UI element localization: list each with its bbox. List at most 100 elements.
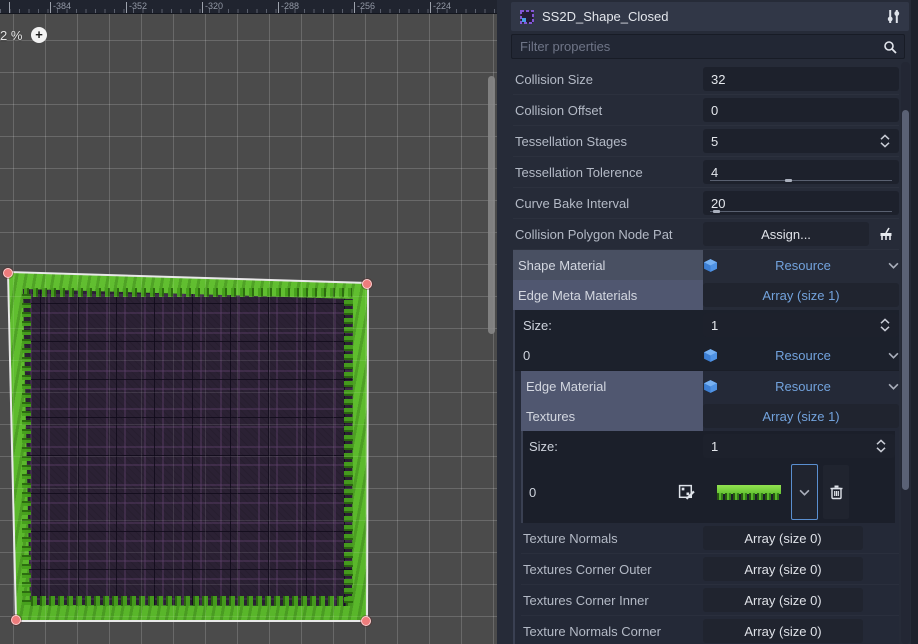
array-size-field[interactable]: 1 bbox=[703, 434, 895, 458]
shape-material-resource-picker[interactable]: Resource bbox=[703, 253, 899, 277]
meta-material-resource-picker[interactable]: Resource bbox=[703, 343, 899, 367]
grass-fringe-left bbox=[22, 290, 31, 605]
field-value: 4 bbox=[711, 165, 891, 180]
edit-texture-icon[interactable] bbox=[678, 484, 695, 501]
property-row-collision-polygon-node-path: Collision Polygon Node Pat Assign... bbox=[513, 219, 899, 249]
broom-icon bbox=[878, 227, 894, 242]
property-label: Textures bbox=[521, 401, 703, 431]
chevron-down-icon bbox=[799, 489, 810, 496]
ruler-tick-label: -288 bbox=[281, 1, 299, 11]
texture-normals-corner-array-button[interactable]: Array (size 0) bbox=[703, 619, 863, 643]
curve-bake-interval-slider[interactable]: 20 bbox=[703, 191, 899, 215]
property-row-collision-offset: Collision Offset 0 bbox=[513, 95, 899, 125]
property-row-textures-corner-inner: Textures Corner Inner Array (size 0) bbox=[521, 585, 899, 615]
ss2d-node-icon bbox=[519, 9, 535, 25]
resource-cube-icon bbox=[703, 379, 718, 394]
spinner-updown-icon[interactable] bbox=[875, 439, 887, 453]
property-list: Collision Size 32 Collision Offset 0 Tes… bbox=[513, 64, 899, 644]
property-label: Collision Offset bbox=[513, 95, 703, 125]
resource-cube-icon bbox=[703, 258, 718, 273]
property-row-texture-normals: Texture Normals Array (size 0) bbox=[521, 523, 899, 553]
inspector-panel: SS2D_Shape_Closed Collision Size bbox=[497, 0, 918, 644]
property-row-tessellation-tolerence: Tessellation Tolerence 4 bbox=[513, 157, 899, 187]
field-value: 32 bbox=[711, 72, 891, 87]
filter-properties-input[interactable] bbox=[512, 39, 883, 54]
2d-viewport[interactable]: -384 -352 -320 -288 -256 -224 2 % + bbox=[0, 0, 497, 644]
slider-grabber[interactable] bbox=[785, 179, 792, 182]
tessellation-stages-field[interactable]: 5 bbox=[703, 129, 899, 153]
property-label: Tessellation Stages bbox=[513, 126, 703, 156]
spinner-updown-icon[interactable] bbox=[879, 134, 891, 148]
extra-resource-options-icon[interactable] bbox=[886, 9, 901, 24]
resource-name: Resource bbox=[718, 348, 888, 363]
ruler-tick-label: -256 bbox=[357, 1, 375, 11]
texture-normals-array-button[interactable]: Array (size 0) bbox=[703, 526, 863, 550]
textures-corner-outer-array-button[interactable]: Array (size 0) bbox=[703, 557, 863, 581]
inspector-scrollbar[interactable] bbox=[901, 62, 910, 644]
property-row-textures-corner-outer: Textures Corner Outer Array (size 0) bbox=[521, 554, 899, 584]
property-row-texture-normals-corner: Texture Normals Corner Array (size 0) bbox=[521, 616, 899, 644]
ruler-tick-label: -320 bbox=[205, 1, 223, 11]
array-size-label: Size: bbox=[521, 310, 703, 340]
array-size-row: Size: 1 bbox=[521, 310, 899, 340]
viewport-vertical-scrollbar[interactable] bbox=[488, 76, 495, 334]
control-point-bottom-left[interactable] bbox=[11, 615, 21, 625]
property-label: Collision Size bbox=[513, 64, 703, 94]
zoom-percentage-label: 2 % bbox=[0, 28, 22, 43]
array-size-field[interactable]: 1 bbox=[703, 313, 899, 337]
property-label: Collision Polygon Node Pat bbox=[513, 219, 703, 249]
edge-meta-materials-array-panel: Size: 1 0 bbox=[513, 310, 899, 644]
property-row-edge-material: Edge Material Resource bbox=[521, 371, 899, 401]
ruler-tick-label: -384 bbox=[53, 1, 71, 11]
spinner-updown-icon[interactable] bbox=[879, 318, 891, 332]
tessellation-tolerence-slider[interactable]: 4 bbox=[703, 160, 899, 184]
property-row-textures: Textures Array (size 1) bbox=[521, 401, 899, 431]
property-row-curve-bake-interval: Curve Bake Interval 20 bbox=[513, 188, 899, 218]
slider-track[interactable] bbox=[710, 180, 892, 181]
array-item-index: 0 bbox=[527, 461, 703, 523]
property-label: Shape Material bbox=[513, 250, 703, 280]
array-item-0-row: 0 Resource bbox=[521, 340, 899, 370]
array-size-row: Size: 1 bbox=[527, 431, 895, 461]
field-value: 1 bbox=[711, 439, 871, 454]
chevron-down-icon bbox=[888, 352, 899, 359]
edge-material-resource-picker[interactable]: Resource bbox=[703, 374, 899, 398]
control-point-top-right[interactable] bbox=[362, 279, 372, 289]
slider-track[interactable] bbox=[710, 211, 892, 212]
property-row-edge-meta-materials: Edge Meta Materials Array (size 1) bbox=[513, 280, 899, 310]
field-value: 1 bbox=[711, 318, 875, 333]
delete-texture-button[interactable] bbox=[823, 465, 849, 519]
collision-size-field[interactable]: 32 bbox=[703, 67, 899, 91]
inspector-scrollbar-thumb[interactable] bbox=[902, 110, 909, 490]
property-label: Texture Normals Corner bbox=[521, 616, 703, 644]
grass-texture-thumbnail[interactable] bbox=[717, 485, 781, 500]
property-row-shape-material: Shape Material Resource bbox=[513, 250, 899, 280]
filter-properties-box bbox=[511, 34, 905, 59]
assign-node-path-button[interactable]: Assign... bbox=[703, 222, 869, 246]
ruler-tick-label: -224 bbox=[433, 1, 451, 11]
property-label: Curve Bake Interval bbox=[513, 188, 703, 218]
resource-name: Resource bbox=[718, 258, 888, 273]
control-point-bottom-right[interactable] bbox=[361, 616, 371, 626]
texture-dropdown-button[interactable] bbox=[791, 464, 818, 520]
clear-node-path-button[interactable] bbox=[873, 222, 899, 246]
property-row-collision-size: Collision Size 32 bbox=[513, 64, 899, 94]
property-label: Texture Normals bbox=[521, 523, 703, 553]
property-row-tessellation-stages: Tessellation Stages 5 bbox=[513, 126, 899, 156]
horizontal-ruler: -384 -352 -320 -288 -256 -224 bbox=[0, 0, 497, 14]
collision-offset-field[interactable]: 0 bbox=[703, 98, 899, 122]
textures-array-button[interactable]: Array (size 1) bbox=[703, 404, 899, 428]
zoom-in-button[interactable]: + bbox=[31, 27, 47, 43]
edge-meta-materials-array-button[interactable]: Array (size 1) bbox=[703, 283, 899, 307]
godot-editor-window: -384 -352 -320 -288 -256 -224 2 % + SS2D… bbox=[0, 0, 918, 644]
textures-corner-inner-array-button[interactable]: Array (size 0) bbox=[703, 588, 863, 612]
slider-grabber[interactable] bbox=[713, 210, 720, 213]
array-item-index-text: 0 bbox=[529, 485, 536, 500]
edge-material-array-rows: Texture Normals Array (size 0) Textures … bbox=[521, 523, 899, 644]
control-point-top-left[interactable] bbox=[3, 268, 13, 278]
property-label: Edge Meta Materials bbox=[513, 280, 703, 310]
property-label: Textures Corner Outer bbox=[521, 554, 703, 584]
array-size-label: Size: bbox=[527, 431, 703, 461]
edge-meta-material-section: Edge Material Resource bbox=[515, 370, 899, 644]
field-value: 5 bbox=[711, 134, 875, 149]
